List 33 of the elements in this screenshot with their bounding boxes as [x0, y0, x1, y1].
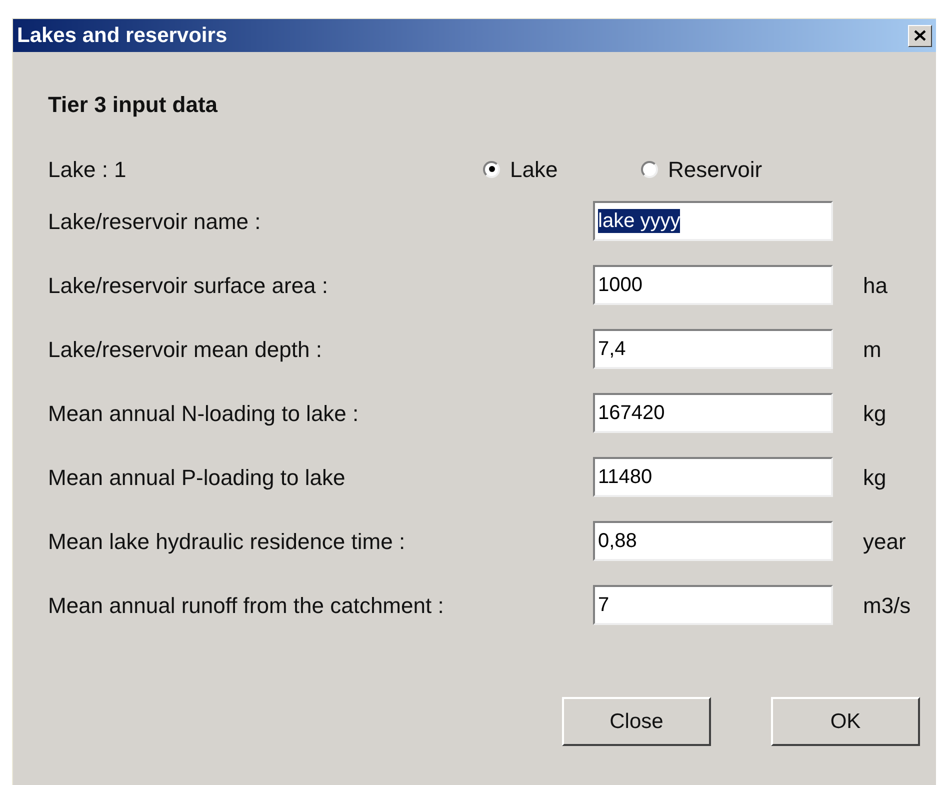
field-label: Lake/reservoir surface area :: [48, 272, 330, 300]
input-field[interactable]: lake yyyy: [593, 201, 833, 241]
dialog-button[interactable]: Close: [562, 697, 711, 746]
unit-label: m3/s: [863, 592, 911, 620]
input-field[interactable]: 7,4: [593, 329, 833, 369]
field-label: Mean annual P-loading to lake: [48, 464, 346, 492]
input-field[interactable]: 0,88: [593, 521, 833, 561]
unit-label: m: [863, 336, 882, 364]
field-label: Lake/reservoir name :: [48, 208, 262, 236]
lake-number-label: Lake : 1: [48, 156, 128, 184]
input-field[interactable]: 11480: [593, 457, 833, 497]
close-icon: [914, 30, 926, 41]
unit-label: year: [863, 528, 906, 556]
radio-button[interactable]: [641, 160, 658, 178]
radio-option[interactable]: Reservoir: [641, 152, 799, 186]
radio-label: Lake: [510, 156, 558, 184]
close-button[interactable]: [908, 24, 932, 46]
radio-button[interactable]: [483, 160, 500, 178]
field-label: Mean annual N-loading to lake :: [48, 400, 360, 428]
field-label: Mean annual runoff from the catchment :: [48, 592, 445, 620]
input-field[interactable]: 1000: [593, 265, 833, 305]
field-label: Lake/reservoir mean depth :: [48, 336, 323, 364]
unit-label: kg: [863, 464, 886, 492]
input-field[interactable]: 7: [593, 585, 833, 625]
radio-label: Reservoir: [668, 156, 762, 184]
dialog-button[interactable]: OK: [771, 697, 920, 746]
radio-option[interactable]: Lake: [483, 152, 641, 186]
section-heading: Tier 3 input data: [48, 91, 219, 119]
field-label: Mean lake hydraulic residence time :: [48, 528, 406, 556]
unit-label: ha: [863, 272, 888, 300]
window-title: Lakes and reservoirs: [17, 22, 228, 49]
input-field[interactable]: 167420: [593, 393, 833, 433]
unit-label: kg: [863, 400, 886, 428]
